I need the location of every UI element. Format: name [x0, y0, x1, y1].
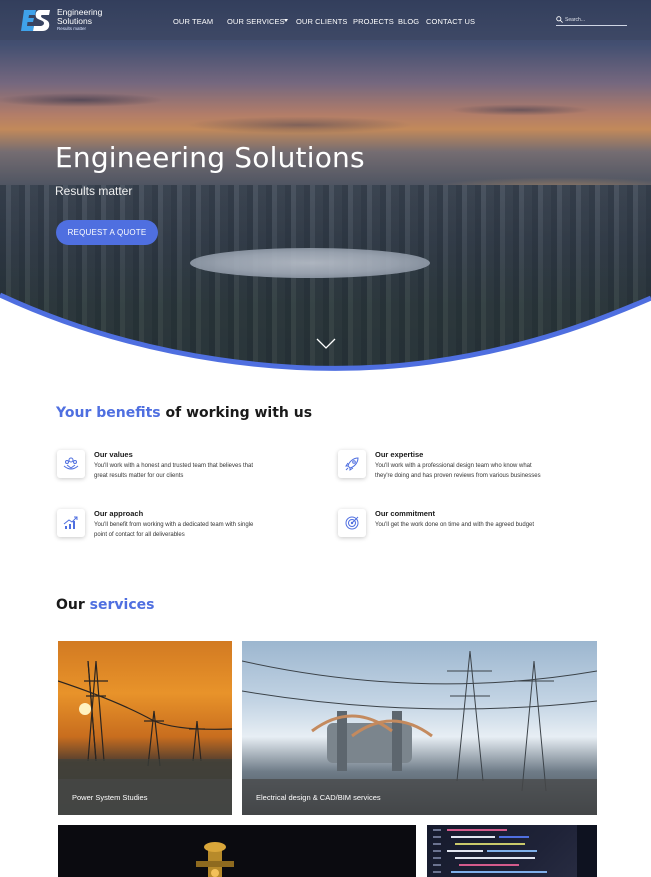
benefits-heading-rest: of working with us	[160, 405, 313, 421]
growth-chart-icon	[63, 516, 78, 529]
service-card-industrial[interactable]	[58, 825, 416, 877]
logo-tagline: Results matter	[57, 26, 87, 31]
nav-our-services[interactable]: OUR SERVICES	[227, 17, 285, 26]
benefit-title: Our values	[94, 450, 133, 459]
benefits-heading: Your benefits of working with us	[56, 405, 312, 421]
top-navigation: Engineering Solutions Results matter OUR…	[0, 0, 651, 40]
hero-subtitle: Results matter	[55, 184, 133, 198]
service-caption: Power System Studies	[58, 779, 232, 815]
hero-title: Engineering Solutions	[55, 141, 365, 174]
search-box	[556, 15, 627, 26]
nav-our-team[interactable]: OUR TEAM	[173, 17, 213, 26]
benefit-title: Our expertise	[375, 450, 424, 459]
benefits-heading-accent: Your benefits	[56, 405, 161, 421]
target-icon	[345, 516, 359, 530]
search-input[interactable]	[565, 15, 625, 24]
nav-contact-us[interactable]: CONTACT US	[426, 17, 475, 26]
search-icon[interactable]	[556, 16, 563, 23]
benefit-text: You'll work with a professional design t…	[375, 463, 541, 479]
benefit-text: You'll benefit from working with a dedic…	[94, 522, 254, 538]
benefit-text: You'll work with a honest and trusted te…	[94, 463, 254, 479]
services-heading-plain: Our	[56, 597, 90, 613]
industrial-plant-image	[196, 842, 234, 877]
nav-our-clients[interactable]: OUR CLIENTS	[296, 17, 348, 26]
nav-projects[interactable]: PROJECTS	[353, 17, 394, 26]
chevron-down-icon[interactable]	[316, 338, 336, 350]
service-card-software[interactable]	[427, 825, 597, 877]
caret-down-icon[interactable]	[284, 19, 288, 22]
hero-banner: Engineering Solutions Results matter REQ…	[0, 0, 651, 380]
service-caption: Electrical design & CAD/BIM services	[242, 779, 597, 815]
benefit-title: Our commitment	[375, 509, 436, 518]
code-screen-image	[433, 825, 597, 877]
es-logo-icon	[21, 10, 50, 31]
logo-line-2: Solutions	[57, 16, 92, 26]
services-heading: Our services	[56, 597, 154, 613]
benefit-text: You'll get the work done on time and wit…	[375, 522, 535, 528]
benefit-title: Our approach	[94, 509, 144, 518]
service-card-electrical-design[interactable]: Electrical design & CAD/BIM services	[242, 641, 597, 815]
rocket-icon	[345, 457, 359, 471]
request-quote-button[interactable]: REQUEST A QUOTE	[56, 220, 158, 245]
service-card-power-system-studies[interactable]: Power System Studies	[58, 641, 232, 815]
nav-blog[interactable]: BLOG	[398, 17, 419, 26]
services-heading-accent: services	[89, 597, 155, 613]
hands-team-icon	[63, 457, 79, 470]
site-logo[interactable]: Engineering Solutions Results matter	[20, 7, 110, 33]
